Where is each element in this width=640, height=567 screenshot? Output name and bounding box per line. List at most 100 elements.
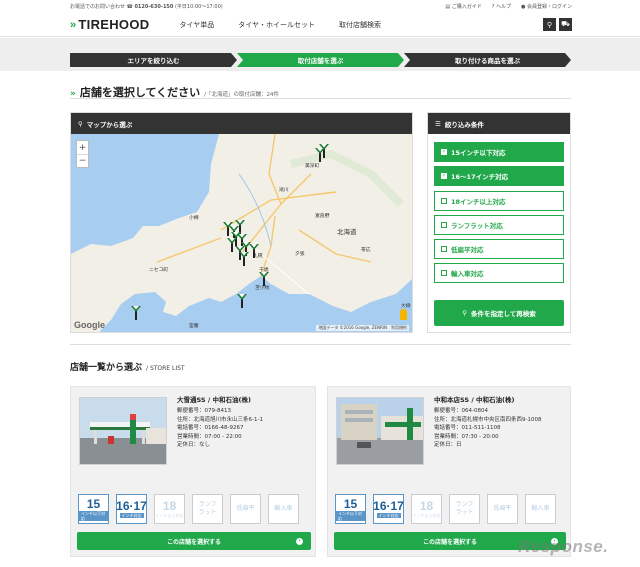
nav-item-tire-wheel-set[interactable]: タイヤ・ホイールセット	[238, 20, 315, 30]
step-product: 取り付ける商品を選ぶ	[404, 53, 571, 67]
nav-item-store-search[interactable]: 取付店舗検索	[339, 20, 381, 30]
badge-low-profile: 低扁平	[230, 494, 261, 524]
help-link[interactable]: ? ヘルプ	[492, 3, 511, 10]
filter-imported-car[interactable]: 輸入車対応	[434, 263, 564, 283]
filter-label: 低扁平対応	[451, 246, 484, 254]
phone-icon: ☎	[126, 4, 133, 10]
contact-info: お電話でのお問い合わせ ☎ 0120-630-150 (平日10:00〜17:0…	[70, 3, 223, 10]
store-map-pin-icon[interactable]	[249, 244, 259, 258]
badge-main: 15	[343, 496, 358, 511]
badge-main: 低扁平	[236, 506, 255, 512]
map-label: 大樹	[401, 304, 411, 309]
site-logo[interactable]: » TIREHOOD	[70, 17, 149, 32]
store-holiday: 定休日：なし	[177, 442, 211, 449]
badge-runflat: ランフラット	[449, 494, 480, 524]
zoom-in-button[interactable]: +	[77, 141, 88, 154]
store-map-pin-icon[interactable]	[259, 272, 269, 286]
filter-16-17-inch[interactable]: ✓ 16〜17インチ対応	[434, 166, 564, 186]
map-copyright[interactable]: 地図データ ©2016 Google, ZENRIN 利用規約	[316, 325, 409, 331]
filter-panel-header: ☰ 絞り込み条件	[428, 113, 570, 134]
badge-16-17-inch: 16·17 インチ対応	[116, 494, 147, 524]
checkbox-icon	[441, 270, 447, 276]
badge-imported-car: 輸入車	[268, 494, 299, 524]
badge-main: 輸入車	[531, 506, 550, 512]
store-map-pin-icon[interactable]	[131, 306, 141, 320]
badge-low-profile: 低扁平	[487, 494, 518, 524]
select-store-button[interactable]: この店舗を選択する ›	[77, 532, 311, 550]
select-store-label: この店舗を選択する	[422, 538, 477, 546]
filter-panel: ☰ 絞り込み条件 ✓ 15インチ以下対応 ✓ 16〜17インチ対応 18インチ以上対…	[427, 112, 571, 333]
divider	[70, 98, 571, 99]
apply-filter-label: 条件を指定して再検索	[470, 310, 536, 318]
cart-icon: ⛟	[561, 20, 570, 28]
store-info: 郵便番号：079-8413 住所：北海道旭川市永山三条6-1-1 電話番号：01…	[177, 407, 263, 450]
map-label: 富良野	[315, 214, 330, 219]
badge-main: 低扁平	[493, 506, 512, 512]
checkbox-icon	[441, 198, 447, 204]
store-name: 中和本店SS / 中和石油(株)	[434, 396, 515, 404]
store-hours: 営業時間：07:00 - 22:00	[177, 433, 242, 440]
filter-label: 18インチ以上対応	[451, 198, 506, 206]
store-hours: 営業時間：07:30 - 20:00	[434, 433, 499, 440]
doc-icon: ▤	[445, 4, 451, 10]
guide-link[interactable]: ▤ ご購入ガイド	[445, 3, 481, 10]
map-label: 夕張	[295, 252, 305, 257]
nav-item-tires[interactable]: タイヤ単品	[179, 20, 214, 30]
map[interactable]: 美深町 滝川 富良野 北海道 帯広 小樽 札幌 夕張 千歳 苫小牧 ニセコ町 室…	[71, 134, 412, 332]
badge-main: 15	[86, 496, 101, 511]
store-holiday: 定休日：日	[434, 442, 462, 449]
search-button[interactable]: ⚲	[543, 18, 556, 31]
badge-main: 18	[419, 499, 434, 513]
google-logo: Google	[74, 320, 105, 330]
badge-imported-car: 輸入車	[525, 494, 556, 524]
filter-label: 輸入車対応	[451, 270, 484, 278]
contact-hours: (平日10:00〜17:00)	[174, 4, 223, 10]
badge-main: 16·17	[373, 499, 404, 513]
store-phone: 電話番号：011-511-1108	[434, 425, 501, 432]
badge-main: ランフラット	[198, 502, 217, 516]
map-panel-title: マップから選ぶ	[86, 120, 133, 129]
badge-sub: インチ以上対応	[155, 513, 184, 518]
map-label: 室蘭	[189, 324, 199, 329]
map-label: 帯広	[361, 248, 371, 253]
filter-icon: ☰	[435, 119, 441, 128]
store-info: 郵便番号：064-0804 住所：北海道札幌市中央区南四条西9-1008 電話番…	[434, 407, 541, 450]
store-list-heading: 店舗一覧から選ぶ / STORE LIST	[70, 360, 185, 373]
map-label: 小樽	[189, 216, 199, 221]
guide-label: ご購入ガイド	[451, 4, 482, 10]
badge-sub: インチ以上対応	[412, 513, 441, 518]
filter-15-inch[interactable]: ✓ 15インチ以下対応	[434, 142, 564, 162]
filter-label: 16〜17インチ対応	[451, 173, 509, 181]
filter-low-profile[interactable]: 低扁平対応	[434, 239, 564, 259]
store-map-pin-icon[interactable]	[239, 252, 249, 266]
badge-18-inch: 18 インチ以上対応	[411, 494, 442, 524]
store-map-pin-icon[interactable]	[237, 294, 247, 308]
filter-18-inch[interactable]: 18インチ以上対応	[434, 191, 564, 211]
divider	[70, 344, 571, 345]
account-link[interactable]: ● 会員登録・ログイン	[521, 3, 572, 10]
phone-number[interactable]: 0120-630-150	[134, 4, 173, 10]
map-label: 美深町	[305, 164, 320, 169]
step-area[interactable]: エリアを絞り込む	[70, 53, 237, 67]
map-zoom-controls: + −	[76, 140, 89, 168]
filter-panel-title: 絞り込み条件	[444, 120, 484, 129]
filter-runflat[interactable]: ランフラット対応	[434, 215, 564, 235]
badge-main: 18	[162, 499, 177, 513]
store-card: 中和本店SS / 中和石油(株) 郵便番号：064-0804 住所：北海道札幌市…	[327, 386, 571, 557]
cart-button[interactable]: ⛟	[559, 18, 572, 31]
store-postal: 郵便番号：079-8413	[177, 408, 231, 414]
zoom-out-button[interactable]: −	[77, 154, 88, 167]
badge-main: 16·17	[116, 499, 147, 513]
store-capability-badges: 15 インチ以下対応 16·17 インチ対応 18 インチ以上対応 ランフラット 低扁…	[335, 494, 556, 524]
step-store: 取付店舗を選ぶ	[237, 53, 404, 67]
street-view-pegman-icon[interactable]	[400, 309, 407, 320]
map-label: ニセコ町	[149, 268, 169, 273]
nav-menu: タイヤ単品 タイヤ・ホイールセット 取付店舗検索	[179, 20, 381, 30]
help-label: ヘルプ	[496, 4, 512, 10]
main-nav: » TIREHOOD タイヤ単品 タイヤ・ホイールセット 取付店舗検索 ⚲ ⛟	[0, 13, 640, 37]
store-name: 大雪通SS / 中和石油(株)	[177, 396, 251, 404]
store-card: 大雪通SS / 中和石油(株) 郵便番号：079-8413 住所：北海道旭川市永…	[70, 386, 316, 557]
store-map-pin-icon[interactable]	[315, 148, 325, 162]
search-icon: ⚲	[546, 20, 553, 29]
apply-filter-button[interactable]: ⚲ 条件を指定して再検索	[434, 300, 564, 326]
